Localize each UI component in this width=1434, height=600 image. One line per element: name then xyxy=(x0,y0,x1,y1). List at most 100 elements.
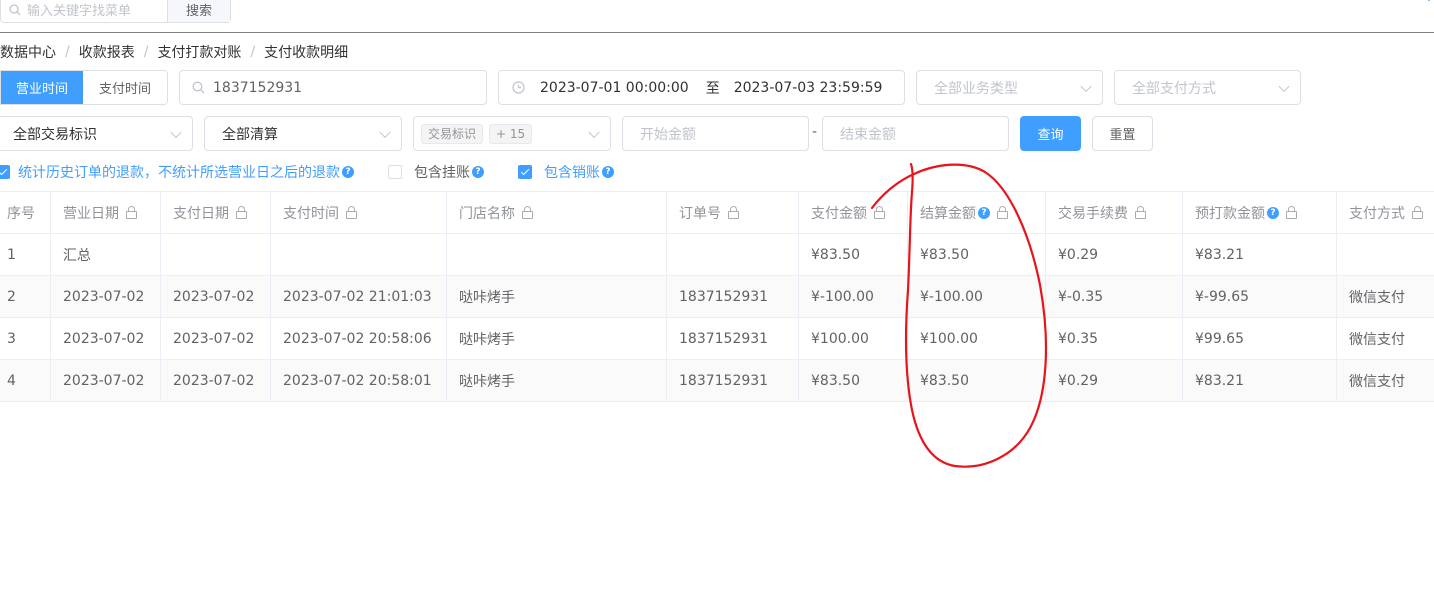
time-type-toggle: 营业时间 支付时间 xyxy=(0,70,168,105)
table-cell: 2023-07-02 xyxy=(161,276,271,317)
table-cell: 4 xyxy=(0,360,51,401)
lock-icon[interactable] xyxy=(1412,205,1423,219)
menu-search-input[interactable]: 输入关键字找菜单 xyxy=(1,0,168,22)
column-label: 支付日期 xyxy=(173,205,229,222)
table-row[interactable]: 2 2023-07-02 2023-07-02 2023-07-02 21:01… xyxy=(0,276,1434,318)
table-cell: ¥100.00 xyxy=(799,318,908,359)
breadcrumb-item-data-center[interactable]: 数据中心 xyxy=(0,42,56,62)
chevron-down-icon xyxy=(170,126,182,138)
column-label: 交易手续费 xyxy=(1058,205,1128,222)
settle-value: 全部清算 xyxy=(222,126,278,143)
breadcrumb-item-payment-report[interactable]: 收款报表 xyxy=(79,42,135,62)
help-icon[interactable]: ? xyxy=(978,206,990,219)
table-row[interactable]: 4 2023-07-02 2023-07-02 2023-07-02 20:58… xyxy=(0,360,1434,402)
table-cell: 3 xyxy=(0,318,51,359)
pay-method-placeholder: 全部支付方式 xyxy=(1132,80,1216,97)
search-icon xyxy=(192,81,205,94)
header-divider xyxy=(0,32,1434,33)
date-range-picker[interactable]: 2023-07-01 00:00:00 至 2023-07-03 23:59:5… xyxy=(498,70,905,105)
lock-icon[interactable] xyxy=(522,205,533,219)
lock-icon[interactable] xyxy=(874,205,885,219)
tab-payment-time[interactable]: 支付时间 xyxy=(83,71,167,104)
column-label: 支付金额 xyxy=(811,205,867,222)
checkbox-history-refund-label[interactable]: 统计历史订单的退款，不统计所选营业日之后的退款 xyxy=(18,162,340,182)
trade-tag-multiselect[interactable]: 交易标识 + 15 xyxy=(413,116,611,151)
menu-search: 输入关键字找菜单 搜索 xyxy=(0,0,231,23)
lock-icon[interactable] xyxy=(997,205,1008,219)
column-header: 门店名称 xyxy=(447,192,667,233)
table-cell: 微信支付 xyxy=(1349,289,1405,306)
checkbox-include-writeoff-label[interactable]: 包含销账 xyxy=(544,162,600,182)
date-start[interactable]: 2023-07-01 00:00:00 xyxy=(540,80,689,96)
reset-button[interactable]: 重置 xyxy=(1092,116,1153,151)
checkbox-include-credit[interactable] xyxy=(388,165,402,179)
table-cell xyxy=(447,234,667,275)
lock-icon[interactable] xyxy=(728,205,739,219)
query-button[interactable]: 查询 xyxy=(1020,116,1081,151)
business-type-placeholder: 全部业务类型 xyxy=(934,80,1018,97)
checkbox-history-refund[interactable] xyxy=(0,165,10,179)
help-icon[interactable]: ? xyxy=(602,166,614,178)
business-type-select[interactable]: 全部业务类型 xyxy=(916,70,1103,105)
column-header: 结算金额? xyxy=(908,192,1046,233)
table-row[interactable]: 3 2023-07-02 2023-07-02 2023-07-02 20:58… xyxy=(0,318,1434,360)
column-header: 序号 xyxy=(0,192,51,233)
amount-end-input[interactable]: 结束金额 xyxy=(822,116,1009,151)
column-header: 支付日期 xyxy=(161,192,271,233)
trade-tag-more-chip: + 15 xyxy=(489,123,533,144)
table-cell: ¥83.50 xyxy=(908,360,1046,401)
chevron-down-icon xyxy=(379,126,391,138)
column-header: 支付方式 xyxy=(1337,192,1434,233)
amount-start-placeholder: 开始金额 xyxy=(640,126,696,143)
breadcrumb-item-reconciliation[interactable]: 支付打款对账 xyxy=(157,42,241,62)
help-icon[interactable]: ? xyxy=(342,166,354,178)
amount-start-input[interactable]: 开始金额 xyxy=(622,116,809,151)
table-cell: ¥0.35 xyxy=(1046,318,1183,359)
table-cell: 哒咔烤手 xyxy=(447,318,667,359)
table-cell: ¥0.29 xyxy=(1046,234,1183,275)
table-row-summary[interactable]: 1 汇总 ¥83.50 ¥83.50 ¥0.29 ¥83.21 xyxy=(0,234,1434,276)
date-range-separator: 至 xyxy=(705,80,720,97)
column-header: 预打款金额? xyxy=(1183,192,1337,233)
column-label: 预打款金额 xyxy=(1195,205,1265,222)
column-header: 交易手续费 xyxy=(1046,192,1183,233)
lock-icon[interactable] xyxy=(126,205,137,219)
checkbox-include-credit-label[interactable]: 包含挂账 xyxy=(414,162,470,182)
pay-method-select[interactable]: 全部支付方式 xyxy=(1114,70,1301,105)
lock-icon[interactable] xyxy=(1135,205,1146,219)
menu-search-button[interactable]: 搜索 xyxy=(168,0,230,22)
table-cell: ¥83.50 xyxy=(799,234,908,275)
trade-tag-chip: 交易标识 xyxy=(421,123,484,144)
lock-icon[interactable] xyxy=(346,205,357,219)
date-end[interactable]: 2023-07-03 23:59:59 xyxy=(734,80,883,96)
amount-range-separator: - xyxy=(812,124,818,140)
link-icon[interactable] xyxy=(1426,0,1434,12)
help-icon[interactable]: ? xyxy=(1267,206,1279,219)
table-cell xyxy=(161,234,271,275)
table-cell: 2023-07-02 20:58:01 xyxy=(271,360,447,401)
lock-icon[interactable] xyxy=(1286,205,1297,219)
help-icon[interactable]: ? xyxy=(472,166,484,178)
breadcrumb-separator: / xyxy=(65,44,70,60)
breadcrumb-separator: / xyxy=(143,44,149,60)
column-label: 结算金额 xyxy=(920,205,976,222)
table-cell: ¥83.50 xyxy=(799,360,908,401)
chevron-down-icon xyxy=(588,126,600,138)
tab-business-time[interactable]: 营业时间 xyxy=(1,71,83,104)
checkbox-include-writeoff[interactable] xyxy=(518,165,532,179)
keyword-input[interactable]: 1837152931 xyxy=(179,70,487,105)
column-header: 营业日期 xyxy=(51,192,161,233)
lock-icon[interactable] xyxy=(236,205,247,219)
column-header: 支付时间 xyxy=(271,192,447,233)
table-cell: 2023-07-02 xyxy=(161,360,271,401)
table-cell: ¥0.29 xyxy=(1046,360,1183,401)
table-cell: ¥100.00 xyxy=(908,318,1046,359)
table-cell: 2023-07-02 xyxy=(161,318,271,359)
table-cell: 微信支付 xyxy=(1349,331,1405,348)
keyword-value: 1837152931 xyxy=(213,79,303,96)
table-cell: 2023-07-02 xyxy=(51,360,161,401)
table-cell: 微信支付 xyxy=(1349,373,1405,390)
trade-flag-select[interactable]: 全部交易标识 xyxy=(0,116,193,151)
table-cell: 1837152931 xyxy=(667,360,799,401)
settle-select[interactable]: 全部清算 xyxy=(204,116,402,151)
